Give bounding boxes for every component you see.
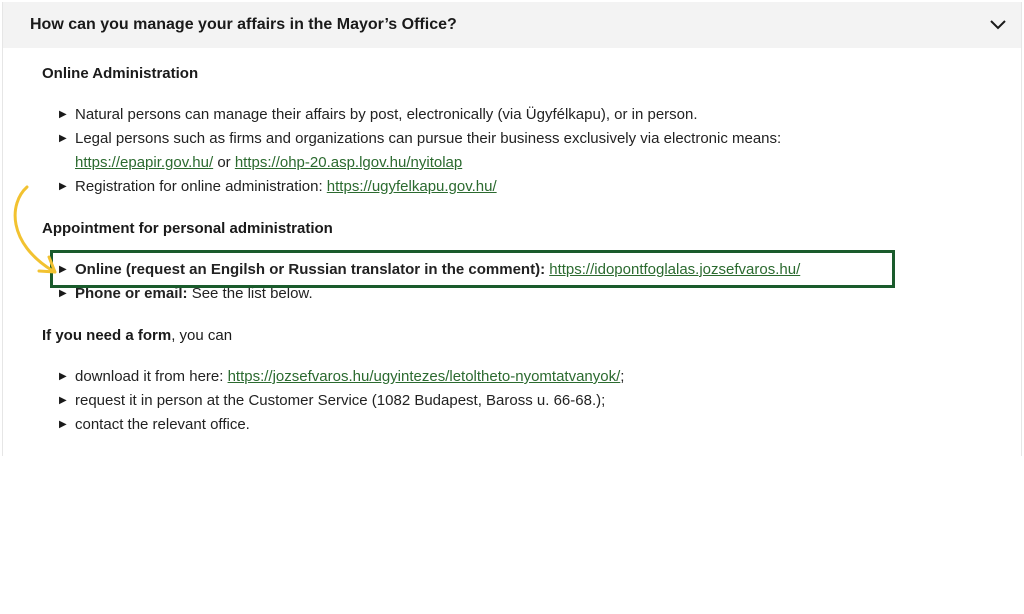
ohp-link[interactable]: https://ohp-20.asp.lgov.hu/nyitolap [235, 154, 462, 171]
accordion-title: How can you manage your affairs in the M… [30, 16, 457, 33]
list-item: contact the relevant office. [59, 413, 859, 437]
epapir-link[interactable]: https://epapir.gov.hu/ [75, 154, 213, 171]
highlight-box [50, 250, 895, 288]
online-admin-list: Natural persons can manage their affairs… [59, 103, 859, 199]
accordion-header[interactable]: How can you manage your affairs in the M… [3, 2, 1021, 48]
online-admin-heading: Online Administration [42, 65, 199, 82]
chevron-down-icon[interactable] [987, 14, 1009, 36]
list-item: request it in person at the Customer Ser… [59, 389, 859, 413]
form-list: download it from here: https://jozsefvar… [59, 365, 859, 437]
appointment-heading: Appointment for personal administration [42, 220, 333, 237]
list-item: Registration for online administration: … [59, 175, 859, 199]
list-item: Legal persons such as firms and organiza… [59, 127, 859, 175]
curved-arrow-icon [13, 185, 57, 274]
form-lead: If you need a form, you can [42, 327, 233, 344]
list-item: download it from here: https://jozsefvar… [59, 365, 859, 389]
nyomtatvanyok-link[interactable]: https://jozsefvaros.hu/ugyintezes/letolt… [228, 368, 621, 385]
ugyfelkapu-link[interactable]: https://ugyfelkapu.gov.hu/ [327, 178, 497, 195]
list-item: Natural persons can manage their affairs… [59, 103, 859, 127]
